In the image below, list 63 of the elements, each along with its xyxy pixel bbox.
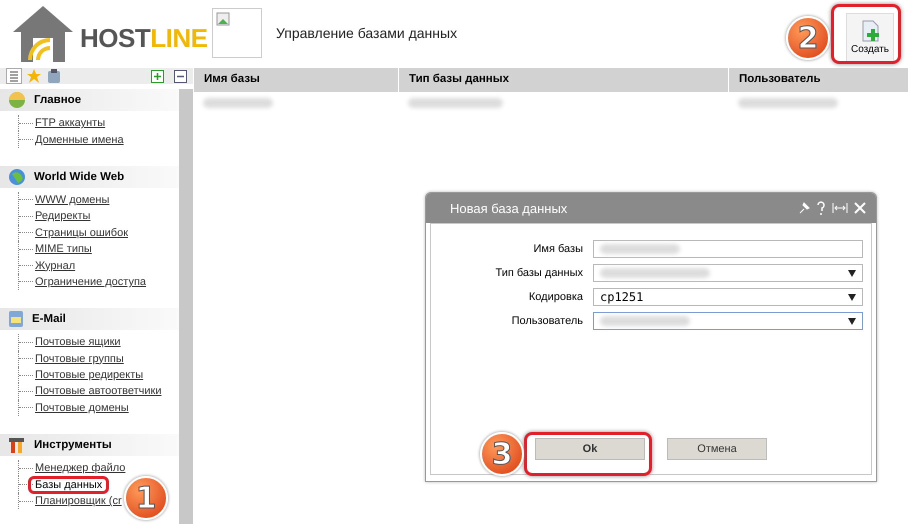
ok-button[interactable]: Ok xyxy=(535,438,645,460)
sidebar-link[interactable]: Почтовые ящики xyxy=(35,335,121,350)
sidebar-group-header[interactable]: E-Mail xyxy=(0,308,179,330)
sidebar-link[interactable]: Почтовые домены xyxy=(35,400,129,415)
select-field[interactable] xyxy=(593,264,863,282)
group-title: Главное xyxy=(34,94,82,106)
select-field[interactable]: cp1251 xyxy=(593,288,863,306)
dropdown-arrow-icon xyxy=(848,318,856,324)
list-icon[interactable] xyxy=(6,68,22,84)
close-icon[interactable] xyxy=(854,202,866,214)
broken-image-icon xyxy=(212,8,262,58)
mail-icon xyxy=(8,310,24,328)
sidebar-link[interactable]: Базы данных xyxy=(28,476,110,494)
sidebar-link[interactable]: Доменные имена xyxy=(35,132,124,147)
sidebar-link[interactable]: MIME типы xyxy=(35,242,92,256)
field-label: Пользователь xyxy=(510,315,583,327)
sidebar-link[interactable]: Почтовые группы xyxy=(35,352,124,366)
step-badge: 1 xyxy=(124,476,168,520)
create-button[interactable]: Создать xyxy=(846,12,894,62)
help-icon[interactable] xyxy=(816,201,826,215)
field-value: cp1251 xyxy=(600,290,644,304)
expand-icon[interactable] xyxy=(151,70,164,82)
sidebar-link[interactable]: Планировщик (cr xyxy=(35,494,122,508)
field-label: Тип базы данных xyxy=(494,267,583,279)
sidebar-group-header[interactable]: Главное xyxy=(0,89,179,111)
column-header[interactable]: Имя базы xyxy=(193,68,398,92)
cancel-button[interactable]: Отмена xyxy=(667,438,767,460)
sidebar-link[interactable]: Журнал xyxy=(35,258,76,273)
resize-icon[interactable] xyxy=(832,202,848,214)
field-label: Кодировка xyxy=(528,291,583,303)
sidebar-link[interactable]: Страницы ошибок xyxy=(35,226,128,240)
globe-icon xyxy=(8,91,26,109)
blurred-value xyxy=(203,98,273,108)
group-title: Инструменты xyxy=(34,439,112,452)
scrollbar[interactable] xyxy=(179,89,193,524)
sidebar-link[interactable]: Редиректы xyxy=(35,209,90,224)
logo-text: HOSTLINE xyxy=(80,23,208,55)
sidebar-link[interactable]: WWW домены xyxy=(35,192,110,207)
field-label: Имя базы xyxy=(532,243,583,255)
tools-icon xyxy=(8,436,26,454)
globe-icon xyxy=(8,168,26,186)
sidebar-group-header[interactable]: Инструменты xyxy=(0,434,179,456)
collapse-icon[interactable] xyxy=(174,70,187,82)
clipboard-icon[interactable] xyxy=(46,68,62,84)
sidebar-link[interactable]: Почтовые автоответчики xyxy=(35,384,162,398)
step-badge: 2 xyxy=(786,16,830,60)
column-header[interactable]: Тип базы данных xyxy=(398,68,728,92)
highlight-frame xyxy=(831,4,901,64)
sidebar-link[interactable]: Менеджер файло xyxy=(35,461,126,476)
select-field[interactable] xyxy=(593,312,863,330)
star-icon[interactable] xyxy=(26,68,42,84)
sidebar-group-header[interactable]: World Wide Web xyxy=(0,166,179,188)
sidebar-link[interactable]: Ограничение доступа xyxy=(35,274,146,289)
group-title: E-Mail xyxy=(32,313,66,326)
dropdown-arrow-icon xyxy=(848,294,856,300)
input-field[interactable] xyxy=(593,240,863,258)
sidebar-link[interactable]: Почтовые редиректы xyxy=(35,368,144,382)
column-header[interactable]: Пользователь xyxy=(728,68,908,92)
sidebar-link[interactable]: FTP аккаунты xyxy=(35,116,106,130)
group-title: World Wide Web xyxy=(34,170,124,183)
dropdown-arrow-icon xyxy=(848,270,856,276)
page-title: Управление базами данных xyxy=(276,25,458,41)
dialog-title: Новая база данных xyxy=(450,200,568,216)
